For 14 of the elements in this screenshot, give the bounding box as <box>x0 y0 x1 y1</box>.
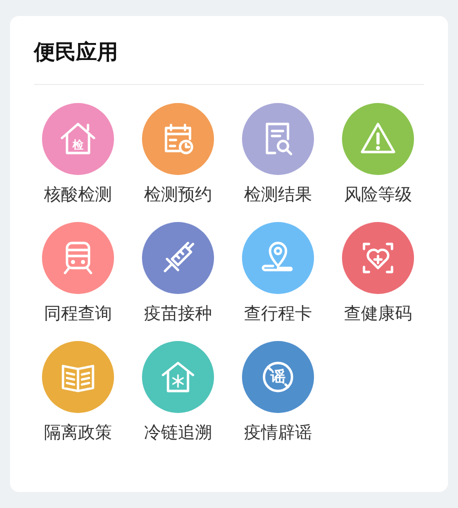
app-shortcut[interactable]: 查健康码 <box>328 222 428 325</box>
icon-glyph: 谣 <box>270 370 286 384</box>
app-shortcut[interactable]: 隔离政策 <box>28 341 128 444</box>
app-shortcut[interactable]: 检测预约 <box>128 103 228 206</box>
app-shortcut[interactable]: 冷链追溯 <box>128 341 228 444</box>
app-shortcut[interactable]: 检 核酸检测 <box>28 103 128 206</box>
app-shortcut[interactable]: 谣 疫情辟谣 <box>228 341 328 444</box>
app-shortcut[interactable]: 同程查询 <box>28 222 128 325</box>
app-shortcut[interactable]: 检测结果 <box>228 103 328 206</box>
icon-glyph: 检 <box>72 139 84 150</box>
app-shortcut[interactable]: 风险等级 <box>328 103 428 206</box>
section-title: 便民应用 <box>34 39 119 66</box>
app-shortcut[interactable]: 疫苗接种 <box>128 222 228 325</box>
app-shortcut[interactable]: 查行程卡 <box>228 222 328 325</box>
